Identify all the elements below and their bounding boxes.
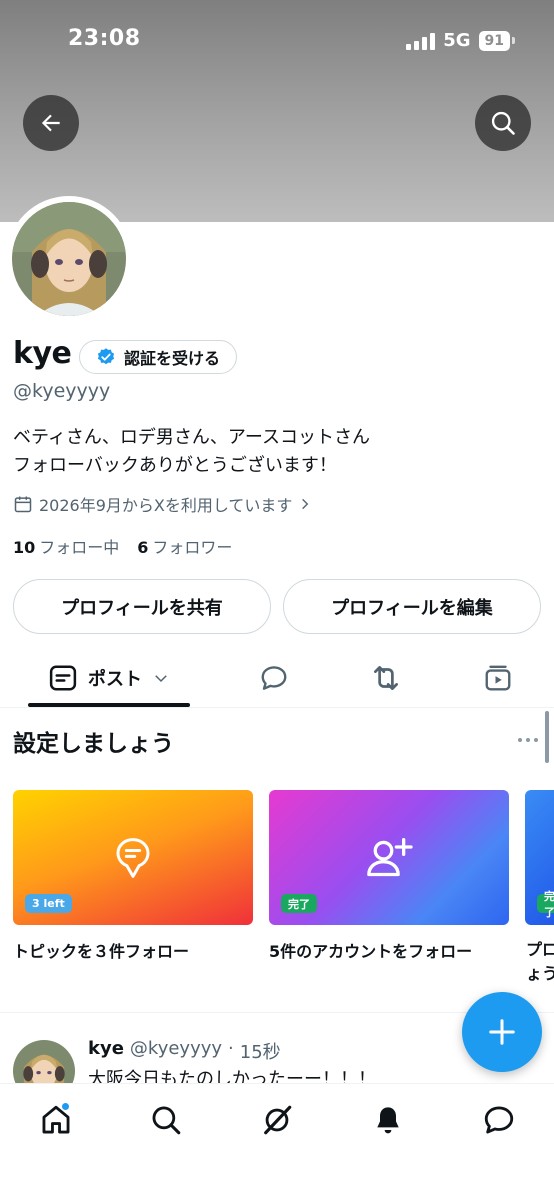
following-link[interactable]: 10 フォロー中 xyxy=(13,534,119,558)
compose-post-button[interactable] xyxy=(462,992,542,1072)
setup-card-label: プロ ょう xyxy=(526,940,554,983)
profile-handle: @kyeyyyy xyxy=(13,380,111,402)
post-time: 15秒 xyxy=(239,1042,281,1063)
setup-card-label: 5件のアカウントをフォロー xyxy=(269,942,473,961)
nav-home[interactable] xyxy=(36,1100,76,1140)
follow-stats: 10 フォロー中 6 フォロワー xyxy=(13,534,232,558)
joined-date[interactable]: 2026年9月からXを利用しています xyxy=(13,492,312,516)
search-icon xyxy=(491,111,515,135)
notification-dot xyxy=(61,1102,70,1111)
card-complete-badge: 完了 xyxy=(281,894,317,913)
tab-posts[interactable]: ポスト xyxy=(28,650,190,706)
setup-card-label: トピックを３件フォロー xyxy=(13,942,190,961)
followers-count: 6 xyxy=(137,538,149,557)
profile-avatar[interactable] xyxy=(6,196,132,322)
following-label: フォロー中 xyxy=(39,538,120,557)
setup-card-profile[interactable]: 完了 xyxy=(525,790,554,925)
scrollbar[interactable] xyxy=(545,711,549,763)
post-separator: · xyxy=(228,1038,234,1059)
post-header: kye @kyeyyyy · 15秒 xyxy=(88,1038,281,1064)
chevron-down-icon xyxy=(155,675,167,683)
tab-reposts[interactable] xyxy=(356,650,416,706)
reply-bubble-icon xyxy=(261,666,287,690)
following-count: 10 xyxy=(13,538,36,557)
followers-link[interactable]: 6 フォロワー xyxy=(137,534,232,558)
card-progress-badge: 3 left xyxy=(25,894,72,913)
search-button[interactable] xyxy=(475,95,531,151)
post-list-icon xyxy=(49,665,77,691)
bio-line: ベティさん、ロデ男さん、アースコットさん xyxy=(13,427,370,448)
video-media-icon xyxy=(485,665,511,691)
post-author-handle[interactable]: @kyeyyyy xyxy=(130,1038,222,1064)
status-time: 23:08 xyxy=(68,26,141,51)
more-options-icon[interactable] xyxy=(518,738,538,742)
tab-posts-label: ポスト xyxy=(88,669,142,690)
tab-media[interactable] xyxy=(468,650,528,706)
repost-icon xyxy=(374,666,398,690)
bell-icon xyxy=(377,1107,399,1134)
get-verified-label: 認証を受ける xyxy=(124,349,221,368)
profile-name: kye xyxy=(13,336,72,371)
profile-tabs: ポスト xyxy=(0,650,554,708)
topic-bubble-icon xyxy=(116,837,150,878)
edit-profile-button[interactable]: プロフィールを編集 xyxy=(283,579,541,634)
back-button[interactable] xyxy=(23,95,79,151)
share-profile-button[interactable]: プロフィールを共有 xyxy=(13,579,271,634)
setup-card-topics[interactable]: 3 left xyxy=(13,790,253,925)
signal-icon xyxy=(406,32,436,50)
verified-badge-icon xyxy=(97,348,115,365)
post-author-name[interactable]: kye xyxy=(88,1038,124,1064)
active-tab-indicator xyxy=(28,703,190,707)
bio-line: フォローバックありがとうございます！ xyxy=(13,455,337,476)
followers-label: フォロワー xyxy=(152,538,233,557)
calendar-icon xyxy=(14,496,32,513)
joined-text: 2026年9月からXを利用しています xyxy=(39,496,293,515)
avatar-image xyxy=(12,202,126,316)
grok-icon xyxy=(264,1105,292,1135)
message-bubble-icon xyxy=(484,1106,514,1134)
nav-notifications[interactable] xyxy=(368,1100,408,1140)
card-complete-badge: 完了 xyxy=(537,890,554,919)
status-indicators: 5G 91 xyxy=(406,30,516,51)
bottom-navigation xyxy=(0,1083,554,1200)
arrow-left-icon xyxy=(41,114,60,132)
setup-card-follow-accounts[interactable]: 完了 xyxy=(269,790,509,925)
profile-bio: ベティさん、ロデ男さん、アースコットさん フォローバックありがとうございます！ xyxy=(13,424,370,480)
network-type: 5G xyxy=(443,30,471,51)
search-icon xyxy=(152,1106,181,1135)
nav-search[interactable] xyxy=(146,1100,186,1140)
battery-icon: 91 xyxy=(478,30,516,51)
plus-icon xyxy=(489,1019,515,1045)
tab-replies[interactable] xyxy=(244,650,304,706)
nav-grok[interactable] xyxy=(257,1100,297,1140)
get-verified-button[interactable]: 認証を受ける xyxy=(79,340,238,374)
nav-messages[interactable] xyxy=(479,1100,519,1140)
setup-section-title: 設定しましょう xyxy=(13,731,174,757)
chevron-right-icon xyxy=(302,498,309,510)
add-user-icon xyxy=(367,837,413,876)
